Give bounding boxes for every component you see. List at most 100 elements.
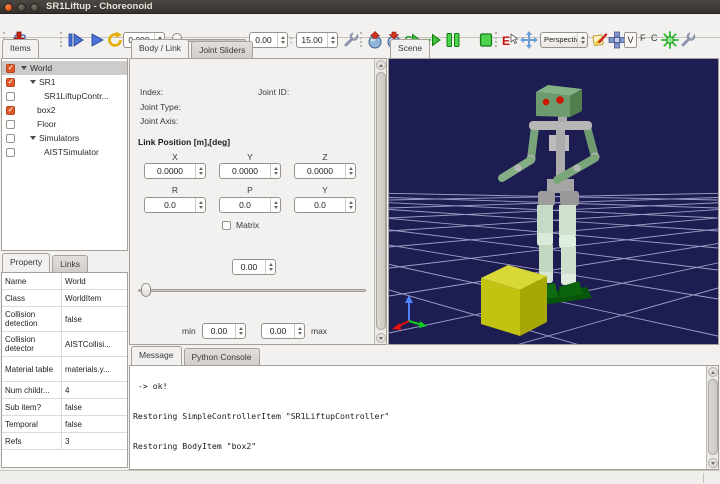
spinner-buttons[interactable]	[270, 198, 280, 212]
scene-viewport[interactable]	[388, 58, 719, 345]
c-toggle-button[interactable]: C	[651, 33, 658, 43]
property-row: Sub item? false	[2, 399, 127, 416]
scene-capture-icon[interactable]	[591, 31, 609, 49]
expander-icon[interactable]	[30, 80, 36, 84]
item-checkbox[interactable]	[6, 92, 15, 101]
scene-config-wrench-icon[interactable]	[679, 31, 697, 49]
tab-joint-sliders[interactable]: Joint Sliders	[191, 41, 253, 58]
toolbar-grip[interactable]	[60, 32, 62, 47]
toolbar-grip[interactable]	[495, 32, 497, 47]
tab-property[interactable]: Property	[2, 253, 50, 272]
tab-scene[interactable]: Scene	[390, 39, 430, 58]
play-icon[interactable]	[89, 31, 105, 49]
f-toggle-button[interactable]: F	[640, 33, 646, 43]
item-checkbox[interactable]	[6, 120, 15, 129]
property-value[interactable]: AISTCollisi...	[62, 332, 127, 356]
property-value[interactable]: WorldItem	[62, 290, 127, 306]
tree-item-floor[interactable]: Floor	[2, 117, 127, 131]
lighting-icon[interactable]	[661, 31, 679, 49]
maximize-button[interactable]	[30, 3, 39, 12]
scroll-down-button[interactable]	[708, 458, 718, 468]
matrix-checkbox[interactable]	[222, 221, 231, 230]
tree-item-box2[interactable]: box2	[2, 103, 127, 117]
spinner-buttons[interactable]	[235, 324, 245, 338]
property-row: Class WorldItem	[2, 290, 127, 307]
axis-y-label: Y	[219, 152, 281, 162]
expander-icon[interactable]	[21, 66, 27, 70]
item-checkbox[interactable]	[6, 148, 15, 157]
dropdown-arrows	[577, 33, 587, 47]
tab-links[interactable]: Links	[52, 255, 88, 272]
spinner-buttons[interactable]	[195, 198, 205, 212]
property-value[interactable]: false	[62, 307, 127, 331]
rotation-p-spinbox[interactable]: 0.0	[219, 197, 281, 213]
refresh-time-icon[interactable]	[106, 31, 124, 49]
rotation-yaw-spinbox[interactable]: 0.0	[294, 197, 356, 213]
edit-mode-icon[interactable]: E	[501, 31, 519, 49]
tree-item-sr1liftupcontroller[interactable]: SR1LiftupContr...	[2, 89, 127, 103]
property-value[interactable]: World	[62, 273, 127, 289]
seek-start-icon[interactable]	[67, 31, 86, 49]
bodylink-scrollbar[interactable]	[374, 59, 386, 344]
tab-python-console[interactable]: Python Console	[184, 348, 260, 365]
spinner-buttons[interactable]	[327, 33, 337, 47]
item-checkbox[interactable]	[6, 106, 15, 115]
item-checkbox[interactable]	[6, 134, 15, 143]
spinner-buttons[interactable]	[345, 164, 355, 178]
pause-simulation-icon[interactable]	[444, 31, 462, 49]
spinner-buttons[interactable]	[345, 198, 355, 212]
time-range-start-spinbox[interactable]: 0.00	[249, 32, 288, 48]
joint-angle-slider[interactable]	[138, 283, 366, 297]
camera-mode-dropdown[interactable]: Perspective	[540, 32, 588, 48]
timebar-config-wrench-icon[interactable]	[342, 31, 360, 49]
vertex-toggle-button[interactable]: V	[624, 32, 637, 48]
item-checkbox[interactable]	[6, 78, 15, 87]
expander-icon[interactable]	[30, 136, 36, 140]
tab-body-link[interactable]: Body / Link	[131, 39, 189, 58]
tab-items[interactable]: Items	[2, 39, 39, 58]
rotation-r-spinbox[interactable]: 0.0	[144, 197, 206, 213]
translation-mode-icon[interactable]	[520, 31, 538, 49]
link-position-header: Link Position [m],[deg]	[138, 137, 230, 147]
rotation-p-value: 0.0	[220, 198, 270, 212]
tree-item-sr1[interactable]: SR1	[2, 75, 127, 89]
tab-message[interactable]: Message	[131, 346, 182, 365]
scroll-thumb[interactable]	[376, 72, 386, 330]
property-value[interactable]: false	[62, 399, 127, 415]
toolbar-grip[interactable]	[360, 32, 362, 47]
scroll-thumb[interactable]	[708, 379, 718, 455]
property-value[interactable]: false	[62, 416, 127, 432]
scroll-up-button[interactable]	[708, 367, 718, 377]
close-button[interactable]	[4, 3, 13, 12]
title-bar[interactable]: SR1Liftup - Choreonoid	[0, 0, 720, 14]
message-log[interactable]: -> ok! Restoring SimpleControllerItem "S…	[130, 366, 706, 469]
property-row: Temporal false	[2, 416, 127, 433]
max-spinbox[interactable]: 0.00	[261, 323, 305, 339]
position-z-spinbox[interactable]: 0.0000	[294, 163, 356, 179]
property-value[interactable]: 3	[62, 433, 127, 449]
position-x-spinbox[interactable]: 0.0000	[144, 163, 206, 179]
spinner-buttons[interactable]	[294, 324, 304, 338]
time-range-end-spinbox[interactable]: 15.00	[296, 32, 338, 48]
tree-item-world[interactable]: World	[2, 61, 127, 75]
tree-item-simulators[interactable]: Simulators	[2, 131, 127, 145]
position-y-spinbox[interactable]: 0.0000	[219, 163, 281, 179]
spinner-buttons[interactable]	[195, 164, 205, 178]
message-scrollbar[interactable]	[706, 366, 718, 469]
joint-angle-spinbox[interactable]: 0.00	[232, 259, 276, 275]
spinner-buttons[interactable]	[277, 33, 287, 47]
property-value[interactable]: 4	[62, 382, 127, 398]
scroll-up-button[interactable]	[376, 60, 386, 70]
stop-simulation-icon[interactable]	[477, 31, 495, 49]
scroll-down-button[interactable]	[376, 333, 386, 343]
spinner-buttons[interactable]	[270, 164, 280, 178]
minimize-button[interactable]	[17, 3, 26, 12]
item-checkbox[interactable]	[6, 64, 15, 73]
item-tree-view[interactable]: World SR1 SR1LiftupContr... box2 Floor	[1, 58, 128, 251]
store-world-state-icon[interactable]	[366, 31, 384, 49]
spinner-buttons[interactable]	[265, 260, 275, 274]
tree-item-aistsimulator[interactable]: AISTSimulator	[2, 145, 127, 159]
min-spinbox[interactable]: 0.00	[202, 323, 246, 339]
property-value[interactable]: materials.y...	[62, 357, 127, 381]
message-view[interactable]: -> ok! Restoring SimpleControllerItem "S…	[129, 365, 719, 470]
